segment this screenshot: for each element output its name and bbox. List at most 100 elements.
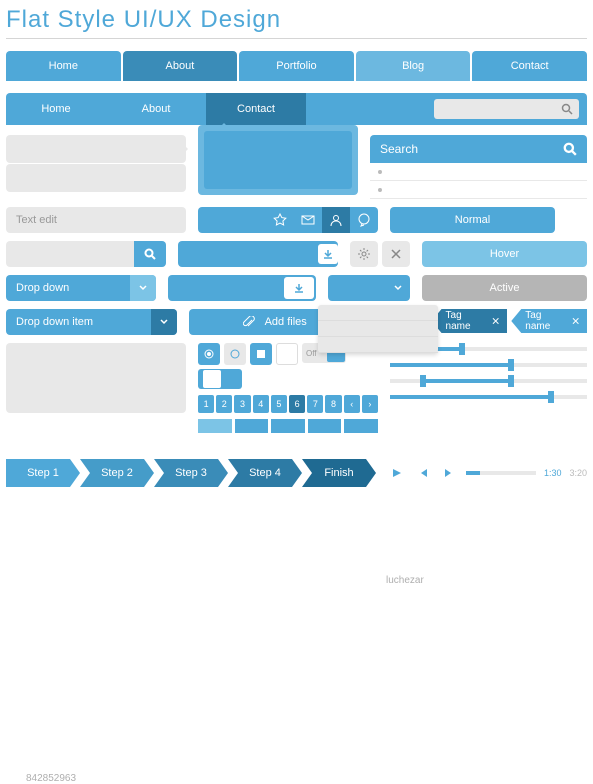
star-icon[interactable]: [266, 207, 294, 233]
page-button[interactable]: 2: [216, 395, 232, 413]
icon-toolbar: [198, 207, 378, 233]
slider[interactable]: [390, 363, 587, 367]
close-icon: [492, 317, 499, 325]
nav-search-input[interactable]: [434, 99, 579, 119]
slider-group: [390, 343, 587, 433]
close-icon[interactable]: [382, 241, 410, 267]
list-item[interactable]: [370, 181, 587, 199]
search-button[interactable]: [134, 241, 166, 267]
page-button[interactable]: 3: [234, 395, 250, 413]
time-current: 1:30: [544, 468, 562, 478]
tooltip-list: [6, 135, 186, 199]
page-button[interactable]: 7: [307, 395, 323, 413]
button-normal[interactable]: Normal: [390, 207, 555, 233]
gear-icon[interactable]: [350, 241, 378, 267]
close-icon: [572, 317, 579, 325]
pagination: 1 2 3 4 5 6 7 8 ‹ ›: [198, 395, 378, 413]
page-title: Flat Style UI/UX Design: [6, 6, 587, 34]
step-3[interactable]: Step 3: [154, 459, 228, 487]
search-results: [370, 163, 587, 199]
dropdown-option[interactable]: [318, 321, 438, 337]
page-button[interactable]: 5: [271, 395, 287, 413]
dropdown[interactable]: Drop down: [6, 275, 156, 301]
chevron-down-icon: [130, 275, 156, 301]
page-prev[interactable]: ‹: [344, 395, 360, 413]
tooltip-item: [6, 135, 186, 163]
page-button[interactable]: 6: [289, 395, 305, 413]
download-button[interactable]: [178, 241, 338, 267]
segment[interactable]: [198, 419, 232, 433]
chat-icon[interactable]: [350, 207, 378, 233]
tag-label: Tag name: [446, 310, 486, 332]
dropdown-option[interactable]: [318, 337, 438, 353]
chevron-down-icon: [394, 284, 402, 292]
download-icon: [318, 244, 338, 264]
page-button[interactable]: 8: [325, 395, 341, 413]
callout-panel: [198, 125, 358, 195]
segmented-control: [198, 419, 378, 433]
nav2-about[interactable]: About: [106, 93, 206, 125]
prev-icon[interactable]: [414, 464, 432, 482]
mail-icon[interactable]: [294, 207, 322, 233]
stepper: Step 1 Step 2 Step 3 Step 4 Finish: [6, 459, 376, 487]
tag-label: Tag name: [525, 310, 565, 332]
dropdown-label: Drop down: [16, 282, 69, 294]
search-icon: [561, 103, 573, 115]
search-field[interactable]: [6, 241, 166, 267]
attachment-icon: [243, 316, 255, 328]
segment[interactable]: [235, 419, 269, 433]
search-panel: Search: [370, 135, 587, 199]
next-icon[interactable]: [440, 464, 458, 482]
play-icon[interactable]: [388, 464, 406, 482]
step-2[interactable]: Step 2: [80, 459, 154, 487]
radio-off[interactable]: [224, 343, 246, 365]
segment[interactable]: [271, 419, 305, 433]
checkbox-off[interactable]: [276, 343, 298, 365]
toggle-on[interactable]: [198, 369, 242, 389]
tooltip-item: [6, 164, 186, 192]
tag-chip[interactable]: Tag name: [511, 309, 587, 333]
button-hover[interactable]: Hover: [422, 241, 587, 267]
search-icon: [563, 142, 577, 156]
radio-on[interactable]: [198, 343, 220, 365]
segment[interactable]: [308, 419, 342, 433]
watermark: luchezar: [386, 575, 424, 586]
segment[interactable]: [344, 419, 378, 433]
toggle-label: Off: [302, 349, 317, 358]
search-label: Search: [380, 142, 418, 156]
primary-nav: Home About Portfolio Blog Contact: [6, 51, 587, 81]
dropdown-expanded[interactable]: [328, 275, 410, 301]
search-icon: [144, 248, 156, 260]
audio-player: 1:30 3:20: [388, 459, 587, 487]
download-icon: [284, 277, 314, 299]
dropdown-menu: [318, 305, 438, 353]
nav-home[interactable]: Home: [6, 51, 121, 81]
step-1[interactable]: Step 1: [6, 459, 80, 487]
checkbox-on[interactable]: [250, 343, 272, 365]
range-slider[interactable]: [390, 379, 587, 383]
text-input[interactable]: Text edit: [6, 207, 186, 233]
dropdown-item[interactable]: Drop down item: [6, 309, 177, 335]
step-finish[interactable]: Finish: [302, 459, 376, 487]
watermark: 842852963: [26, 773, 76, 784]
step-4[interactable]: Step 4: [228, 459, 302, 487]
page-next[interactable]: ›: [362, 395, 378, 413]
slider[interactable]: [390, 395, 587, 399]
nav-about[interactable]: About: [123, 51, 238, 81]
tag-chip[interactable]: Tag name: [432, 309, 508, 333]
nav-contact[interactable]: Contact: [472, 51, 587, 81]
nav-blog[interactable]: Blog: [356, 51, 471, 81]
page-button[interactable]: 1: [198, 395, 214, 413]
nav-portfolio[interactable]: Portfolio: [239, 51, 354, 81]
page-button[interactable]: 4: [253, 395, 269, 413]
user-icon[interactable]: [322, 207, 350, 233]
download-button-alt[interactable]: [168, 275, 316, 301]
search-panel-header[interactable]: Search: [370, 135, 587, 163]
time-total: 3:20: [569, 468, 587, 478]
button-active[interactable]: Active: [422, 275, 587, 301]
add-files-label: Add files: [265, 316, 307, 328]
list-item[interactable]: [370, 163, 587, 181]
nav2-home[interactable]: Home: [6, 93, 106, 125]
dropdown-option[interactable]: [318, 305, 438, 321]
progress-track[interactable]: [466, 471, 536, 475]
